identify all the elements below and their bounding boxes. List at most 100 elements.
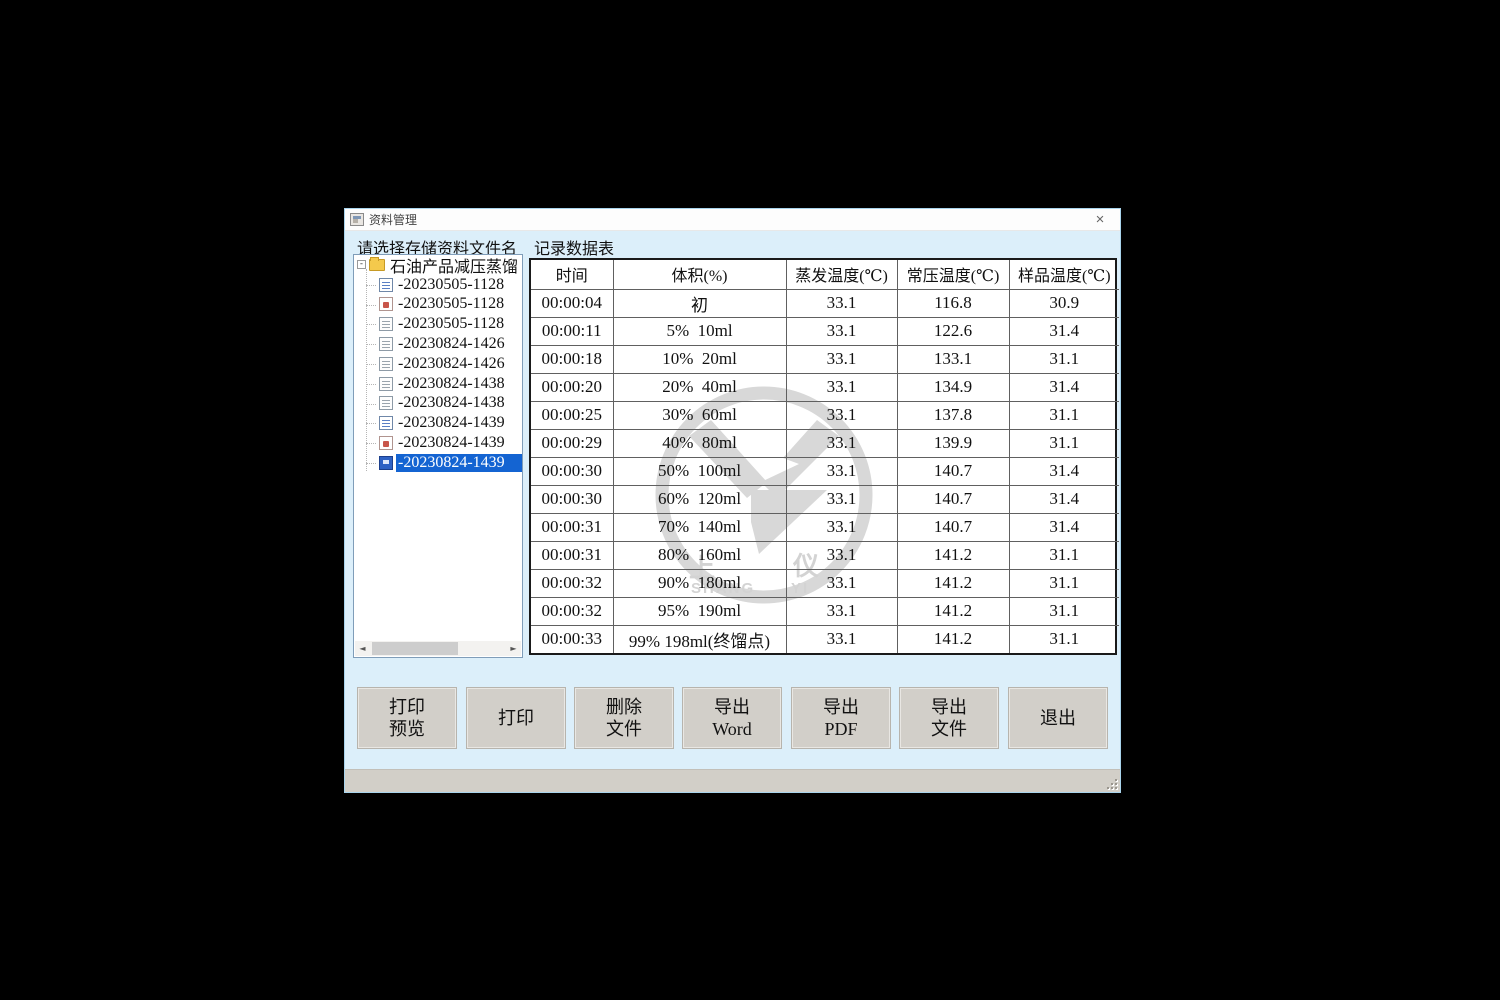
window-title: 资料管理 <box>369 211 417 228</box>
table-cell: 33.1 <box>786 345 897 373</box>
tree-item[interactable]: -20230824-1438 <box>354 374 522 394</box>
table-row[interactable]: 00:00:3399% 198ml(终馏点)33.1141.231.1 <box>531 625 1119 653</box>
table-cell: 00:00:31 <box>531 541 613 569</box>
table-cell: 33.1 <box>786 457 897 485</box>
table-cell: 33.1 <box>786 429 897 457</box>
record-table-body: 00:00:04初33.1116.830.900:00:115% 10ml33.… <box>531 289 1119 653</box>
tree-item-label: -20230505-1128 <box>396 315 506 333</box>
table-cell: 140.7 <box>897 485 1009 513</box>
table-cell: 00:00:32 <box>531 597 613 625</box>
table-row[interactable]: 00:00:2940% 80ml33.1139.931.1 <box>531 429 1119 457</box>
table-cell: 90% 180ml <box>613 569 786 597</box>
button-label-line: Word <box>712 718 752 740</box>
folder-icon <box>369 259 385 271</box>
collapse-expander-icon[interactable]: - <box>357 260 366 269</box>
table-cell: 60% 120ml <box>613 485 786 513</box>
table-cell: 31.4 <box>1009 317 1119 345</box>
scroll-right-icon[interactable]: ► <box>506 641 521 656</box>
tree-item[interactable]: -20230824-1439 <box>354 453 522 473</box>
table-cell: 00:00:20 <box>531 373 613 401</box>
table-cell: 33.1 <box>786 485 897 513</box>
table-row[interactable]: 00:00:2530% 60ml33.1137.831.1 <box>531 401 1119 429</box>
tree-item[interactable]: -20230824-1438 <box>354 394 522 414</box>
tree-item[interactable]: -20230505-1128 <box>354 295 522 315</box>
tree-item[interactable]: -20230824-1439 <box>354 433 522 453</box>
close-button[interactable]: × <box>1086 209 1114 230</box>
scrollbar-track[interactable] <box>370 641 506 656</box>
dat-file-icon <box>379 456 393 470</box>
app-icon <box>350 213 364 226</box>
table-cell: 33.1 <box>786 569 897 597</box>
table-row[interactable]: 00:00:2020% 40ml33.1134.931.4 <box>531 373 1119 401</box>
button-label-line: 删除 <box>606 696 642 718</box>
print-preview-button[interactable]: 打印预览 <box>357 687 457 749</box>
button-label-line: 打印 <box>498 707 534 729</box>
table-cell: 10% 20ml <box>613 345 786 373</box>
table-cell: 30.9 <box>1009 289 1119 317</box>
tree-item-label: -20230824-1439 <box>396 434 507 452</box>
tree-item-label: -20230824-1426 <box>396 355 507 373</box>
tree-item[interactable]: -20230824-1439 <box>354 413 522 433</box>
button-label-line: 预览 <box>389 718 425 740</box>
table-cell: 33.1 <box>786 625 897 653</box>
txt-file-icon <box>379 337 393 351</box>
exit-button[interactable]: 退出 <box>1008 687 1108 749</box>
table-cell: 31.1 <box>1009 401 1119 429</box>
file-tree: - 石油产品减压蒸馏 -20230505-1128-20230505-1128-… <box>354 255 522 640</box>
scrollbar-thumb[interactable] <box>372 642 458 655</box>
tree-item[interactable]: -20230505-1128 <box>354 275 522 295</box>
table-row[interactable]: 00:00:3295% 190ml33.1141.231.1 <box>531 597 1119 625</box>
table-cell: 00:00:04 <box>531 289 613 317</box>
export-pdf-button[interactable]: 导出PDF <box>791 687 891 749</box>
tree-root-item[interactable]: - 石油产品减压蒸馏 <box>354 255 522 275</box>
print-button[interactable]: 打印 <box>466 687 566 749</box>
column-header: 蒸发温度(℃) <box>786 260 897 289</box>
record-table: 时间体积(%)蒸发温度(℃)常压温度(℃)样品温度(℃) 00:00:04初33… <box>531 260 1119 653</box>
table-row[interactable]: 00:00:3180% 160ml33.1141.231.1 <box>531 541 1119 569</box>
word-file-icon <box>379 416 393 430</box>
table-row[interactable]: 00:00:1810% 20ml33.1133.131.1 <box>531 345 1119 373</box>
button-label-line: 文件 <box>931 718 967 740</box>
table-row[interactable]: 00:00:3170% 140ml33.1140.731.4 <box>531 513 1119 541</box>
table-cell: 30% 60ml <box>613 401 786 429</box>
table-row[interactable]: 00:00:115% 10ml33.1122.631.4 <box>531 317 1119 345</box>
button-label-line: 导出 <box>931 696 967 718</box>
table-cell: 133.1 <box>897 345 1009 373</box>
tree-item[interactable]: -20230824-1426 <box>354 354 522 374</box>
table-cell: 139.9 <box>897 429 1009 457</box>
scroll-left-icon[interactable]: ◄ <box>355 641 370 656</box>
table-row[interactable]: 00:00:3060% 120ml33.1140.731.4 <box>531 485 1119 513</box>
column-header: 样品温度(℃) <box>1009 260 1119 289</box>
table-cell: 初 <box>613 289 786 317</box>
tree-item-label: -20230824-1438 <box>396 394 507 412</box>
table-cell: 31.4 <box>1009 513 1119 541</box>
tree-root-label: 石油产品减压蒸馏 <box>388 255 520 277</box>
table-cell: 31.1 <box>1009 429 1119 457</box>
txt-file-icon <box>379 317 393 331</box>
tree-item-label: -20230824-1439 <box>396 454 522 472</box>
table-row[interactable]: 00:00:3290% 180ml33.1141.231.1 <box>531 569 1119 597</box>
titlebar[interactable]: 资料管理 × <box>345 209 1120 231</box>
table-row[interactable]: 00:00:3050% 100ml33.1140.731.4 <box>531 457 1119 485</box>
table-cell: 31.1 <box>1009 541 1119 569</box>
table-cell: 141.2 <box>897 569 1009 597</box>
tree-horizontal-scrollbar[interactable]: ◄ ► <box>355 641 521 656</box>
table-cell: 33.1 <box>786 401 897 429</box>
button-label-line: 导出 <box>823 696 859 718</box>
resize-grip-icon[interactable] <box>1105 777 1118 790</box>
txt-file-icon <box>379 357 393 371</box>
table-row[interactable]: 00:00:04初33.1116.830.9 <box>531 289 1119 317</box>
column-header: 常压温度(℃) <box>897 260 1009 289</box>
export-word-button[interactable]: 导出Word <box>682 687 782 749</box>
delete-file-button[interactable]: 删除文件 <box>574 687 674 749</box>
tree-item-label: -20230505-1128 <box>396 276 506 294</box>
tree-item[interactable]: -20230824-1426 <box>354 334 522 354</box>
pdf-file-icon <box>379 436 393 450</box>
word-file-icon <box>379 278 393 292</box>
tree-item[interactable]: -20230505-1128 <box>354 314 522 334</box>
record-table-label: 记录数据表 <box>534 235 614 259</box>
table-cell: 00:00:31 <box>531 513 613 541</box>
file-tree-panel: - 石油产品减压蒸馏 -20230505-1128-20230505-1128-… <box>353 254 523 658</box>
export-file-button[interactable]: 导出文件 <box>899 687 999 749</box>
button-label-line: 文件 <box>606 718 642 740</box>
